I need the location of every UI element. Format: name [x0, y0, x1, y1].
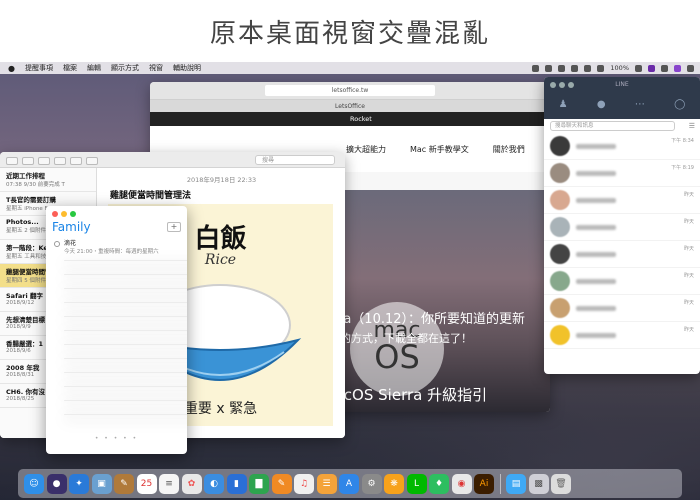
books-icon[interactable]: ☰	[316, 473, 337, 494]
preview-icon[interactable]: ▣	[91, 473, 112, 494]
settings-icon[interactable]: ⚙	[361, 473, 382, 494]
finder-icon[interactable]: ☺	[24, 473, 44, 494]
dock: ☺ ● ✦ ▣ ✎ 25 ≡ ✿ ◐ ▮ ▇ ✎ ♫ ☰ A ⚙ ❋ L ♦ ◉…	[18, 469, 682, 498]
rocket-bar[interactable]: Rocket	[150, 112, 550, 126]
list-item[interactable]: 近期工作排程 07:38 9/30 前要完成 T	[0, 168, 96, 192]
format-button[interactable]	[70, 157, 82, 165]
dock-separator	[499, 473, 501, 494]
desktop: ● 提醒事項 檔案 編輯 顯示方式 視窗 輔助說明 100% letsoffic…	[0, 62, 700, 500]
menu-window[interactable]: 視窗	[149, 63, 163, 73]
notification-center-icon[interactable]	[687, 64, 694, 72]
evernote-tray-icon[interactable]	[558, 64, 566, 72]
line-search-input[interactable]: 搜尋聊天和訊息	[550, 121, 675, 131]
reminders-icon[interactable]: ≡	[159, 473, 179, 494]
hero-text-line2: 的方式，下載全都在這了！	[340, 332, 472, 345]
wifi-icon[interactable]	[584, 64, 592, 72]
browser-tab[interactable]: LetsOffice	[150, 100, 550, 112]
chat-row[interactable]: 昨天	[544, 268, 700, 295]
search-icon[interactable]	[661, 64, 668, 72]
safari-icon[interactable]: ✦	[69, 473, 89, 494]
chat-row[interactable]: 昨天	[544, 187, 700, 214]
page-heading: 原本桌面視窗交疊混亂	[209, 18, 490, 49]
nav-item-about[interactable]: 關於我們	[493, 144, 525, 155]
chat-row[interactable]: 下午 8:34	[544, 133, 700, 160]
app-store-icon[interactable]: A	[339, 473, 359, 494]
pages-icon[interactable]: ✎	[271, 473, 292, 494]
notes-toolbar: 搜尋	[0, 152, 345, 168]
new-note-button[interactable]	[54, 157, 66, 165]
clock-icon[interactable]: ◯	[674, 99, 685, 110]
reminder-item[interactable]: 滴花 今天 21:00・重複時間：每週的星期六	[54, 238, 159, 255]
delete-note-button[interactable]	[38, 157, 50, 165]
notes-search-input[interactable]: 搜尋	[255, 155, 335, 165]
chat-row[interactable]: 昨天	[544, 322, 700, 349]
line-icon[interactable]: L	[406, 473, 427, 494]
chat-row[interactable]: 昨天	[544, 214, 700, 241]
line-window: LINE ♟ ● ⋯ ◯ 搜尋聊天和訊息 ☰ 下午 8:34 下午 8:19 昨…	[544, 77, 700, 374]
yahoo-icon[interactable]	[648, 64, 655, 72]
browser-toolbar: letsoffice.tw	[150, 82, 550, 100]
nav-item-mac-tutorial[interactable]: Mac 新手教學文	[410, 144, 469, 155]
music-icon[interactable]: ♫	[294, 473, 314, 494]
sidebar-toggle-button[interactable]	[6, 157, 18, 165]
apple-menu-icon[interactable]: ●	[8, 64, 15, 73]
menu-file[interactable]: 檔案	[63, 63, 77, 73]
butterfly-icon[interactable]: ❋	[384, 473, 404, 494]
folder-icon[interactable]: ▤	[506, 473, 526, 494]
add-reminder-button[interactable]: +	[167, 222, 181, 232]
note-date: 2018年9月18日 22:33	[186, 176, 257, 184]
reminders-window: Family + 滴花 今天 21:00・重複時間：每週的星期六 • • • •…	[46, 206, 187, 454]
close-icon[interactable]	[52, 211, 58, 217]
reminder-list-title: Family	[52, 220, 91, 234]
evernote-icon[interactable]: ♦	[429, 473, 449, 494]
zoom-icon[interactable]	[70, 211, 76, 217]
siri-tray-icon[interactable]	[674, 64, 681, 72]
keynote-icon[interactable]: ▮	[226, 473, 247, 494]
finder-window-icon[interactable]: ▩	[528, 473, 549, 494]
menu-help[interactable]: 輔助說明	[173, 63, 201, 73]
line-tray-icon[interactable]	[545, 64, 553, 72]
numbers-icon[interactable]: ▇	[249, 473, 269, 494]
page-indicator[interactable]: • • • • •	[46, 435, 187, 442]
volume-icon[interactable]	[597, 64, 605, 72]
battery-percent[interactable]: 100%	[610, 64, 629, 72]
nav-item-superpower[interactable]: 擴大超能力	[346, 144, 386, 155]
trash-icon[interactable]: 🗑	[551, 473, 571, 494]
menu-reminders[interactable]: 提醒事項	[25, 63, 53, 73]
battery-icon[interactable]	[635, 64, 642, 72]
hero-title: macOS Sierra 升級指引	[320, 386, 488, 404]
illustrator-icon[interactable]: Ai	[474, 473, 494, 494]
menu-edit[interactable]: 編輯	[87, 63, 101, 73]
menu-view[interactable]: 顯示方式	[111, 63, 139, 73]
dropbox-icon[interactable]	[571, 64, 579, 72]
chat-row[interactable]: 昨天	[544, 295, 700, 322]
address-bar[interactable]: letsoffice.tw	[265, 85, 435, 96]
photos-icon[interactable]: ✿	[181, 473, 202, 494]
more-icon[interactable]: ⋯	[635, 99, 645, 110]
reminder-checkbox[interactable]	[54, 240, 60, 247]
minimize-icon[interactable]	[61, 211, 67, 217]
calendar-icon[interactable]: 25	[136, 473, 157, 494]
siri-icon[interactable]: ●	[46, 473, 67, 494]
list-view-button[interactable]	[22, 157, 34, 165]
location-icon[interactable]	[532, 64, 540, 72]
chrome2-icon[interactable]: ◉	[451, 473, 472, 494]
friends-icon[interactable]: ♟	[559, 99, 568, 110]
status-tray: 100%	[532, 62, 694, 74]
note-title: 雞腿便當時間管理法	[110, 191, 192, 201]
notes-icon[interactable]: ✎	[114, 473, 134, 494]
menubar: ● 提醒事項 檔案 編輯 顯示方式 視窗 輔助說明 100%	[0, 62, 700, 74]
chat-icon[interactable]: ●	[597, 99, 606, 110]
chrome-icon[interactable]: ◐	[204, 473, 224, 494]
checklist-button[interactable]	[86, 157, 98, 165]
hero-text-line1: ra（10.12）：你所要知道的更新	[338, 312, 526, 327]
chat-row[interactable]: 下午 8:19	[544, 160, 700, 187]
line-title: LINE	[615, 81, 629, 88]
chat-row[interactable]: 昨天	[544, 241, 700, 268]
list-menu-icon[interactable]: ☰	[689, 122, 695, 130]
